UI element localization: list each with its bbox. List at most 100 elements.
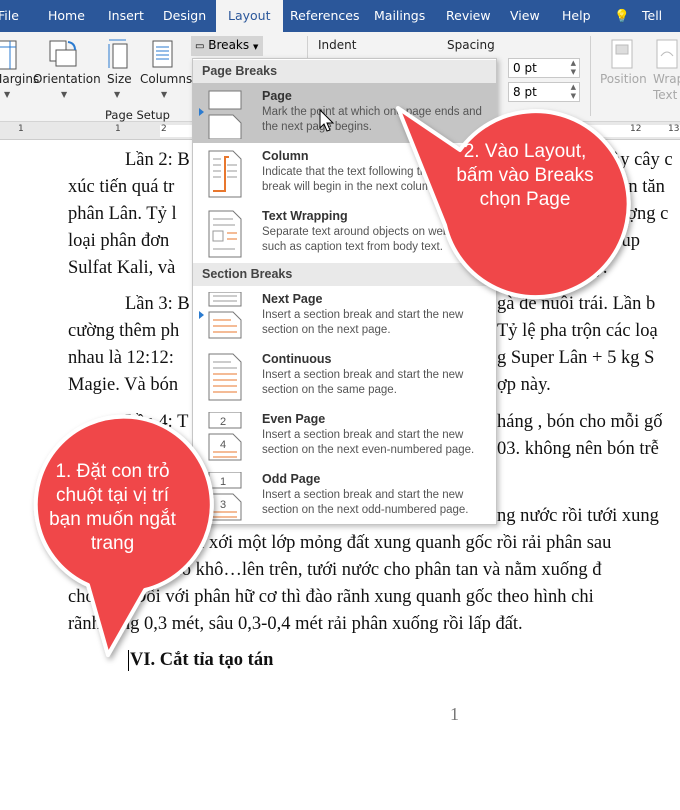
odd-page-icon: 13 xyxy=(208,472,242,521)
menu-item-title: Column xyxy=(262,149,309,163)
tab-insert[interactable]: Insert xyxy=(108,0,144,32)
selection-marker-icon xyxy=(199,311,204,319)
chevron-down-icon: ▼ xyxy=(161,90,168,99)
section-breaks-header: Section Breaks xyxy=(193,263,496,286)
doc-text: loại phân đơn xyxy=(68,231,170,251)
menu-item-title: Next Page xyxy=(262,292,323,306)
tab-references[interactable]: References xyxy=(290,0,359,32)
doc-text: ày cây c xyxy=(612,150,673,170)
doc-text: háng , bón cho mỗi gố xyxy=(497,412,663,432)
doc-text: nhau là 12:12: xyxy=(68,348,174,368)
tab-design[interactable]: Design xyxy=(163,0,206,32)
menu-item-description: Insert a section break and start the new… xyxy=(262,489,469,516)
wrap-text-button[interactable]: Wrap xyxy=(653,72,680,86)
column-break-icon xyxy=(208,150,242,198)
tab-review[interactable]: Review xyxy=(446,0,491,32)
chevron-down-icon: ▼ xyxy=(252,43,259,51)
ruler-number: 2 xyxy=(161,124,167,134)
spacing-before-input[interactable]: 0 pt ▲ ▼ xyxy=(508,58,580,78)
size-icon xyxy=(108,39,128,69)
breaks-button[interactable]: ▭ Breaks ▼ xyxy=(191,36,263,56)
chevron-down-icon: ▼ xyxy=(4,90,11,99)
chevron-down-icon: ▼ xyxy=(61,90,68,99)
page-breaks-header: Page Breaks xyxy=(193,60,496,83)
svg-text:3: 3 xyxy=(220,499,226,511)
doc-text: Tỷ lệ pha trộn các loạ xyxy=(497,321,658,341)
size-button[interactable]: Size xyxy=(107,72,132,86)
spacing-after-input[interactable]: 8 pt ▲ ▼ xyxy=(508,82,580,102)
doc-text: 17 kg sup xyxy=(568,231,640,251)
doc-text: cho cây. Đối với phân hữ cơ thì đào rãnh… xyxy=(68,587,594,607)
doc-text: gà để nuôi trái. Lần b xyxy=(497,294,656,314)
menu-item-description: Insert a section break and start the new… xyxy=(262,429,475,456)
columns-icon xyxy=(152,40,173,68)
doc-text: Lần 3: B xyxy=(125,294,190,314)
menu-item-description: Separate text around objects on web page… xyxy=(262,226,488,253)
doc-text: cường thêm ph xyxy=(68,321,180,341)
doc-text: Lần 4: T xyxy=(125,412,189,432)
breaks-icon: ▭ xyxy=(195,41,205,52)
ruler-number: 12 xyxy=(630,124,642,134)
doc-text: h hợp phân này. xyxy=(490,258,608,278)
menu-item-continuous[interactable]: Continuous Insert a section break and st… xyxy=(193,346,496,406)
spinner-arrows-icon[interactable]: ▲ ▼ xyxy=(571,59,576,77)
menu-item-even-page[interactable]: 24 Even Page Insert a section break and … xyxy=(193,406,496,466)
text-wrapping-icon xyxy=(208,210,242,258)
page-setup-group-label: Page Setup xyxy=(105,108,170,122)
spacing-label: Spacing xyxy=(447,38,495,52)
tab-view[interactable]: View xyxy=(510,0,540,32)
group-divider xyxy=(590,36,591,116)
tab-home[interactable]: Home xyxy=(48,0,85,32)
doc-text: ợp này. xyxy=(497,375,551,395)
doc-text: ng nước rồi tưới xung xyxy=(497,506,659,526)
section-heading: VI. Cắt tỉa tạo tán xyxy=(128,650,274,671)
ribbon-tab-bar: File Home Insert Design Layout Reference… xyxy=(0,0,680,55)
menu-item-title: Odd Page xyxy=(262,472,321,486)
menu-item-description: Insert a section break and start the new… xyxy=(262,309,464,336)
position-icon xyxy=(611,39,633,69)
svg-text:1: 1 xyxy=(220,476,226,488)
page-break-icon xyxy=(208,90,242,139)
callout-step1-text: 1. Đặt con trỏ chuột tại vị trí bạn muốn… xyxy=(49,461,176,554)
doc-text: Lần 2: B xyxy=(125,150,190,170)
orientation-button[interactable]: Orientation xyxy=(33,72,101,86)
breaks-dropdown-menu: Page Breaks Page Mark the point at which… xyxy=(192,58,497,525)
breaks-label: Breaks xyxy=(208,38,250,52)
doc-text: rãnh rộng 0,3 mét, sâu 0,3-0,4 mét rải p… xyxy=(68,614,523,634)
ruler-number: 1 xyxy=(18,124,24,134)
wrap-text-icon xyxy=(656,39,678,69)
tab-layout[interactable]: Layout xyxy=(216,0,283,32)
menu-item-title: Even Page xyxy=(262,412,326,426)
menu-item-next-page[interactable]: Next Page Insert a section break and sta… xyxy=(193,286,496,346)
doc-text: Magie. Và bón xyxy=(68,375,179,395)
spacing-before-value: 0 pt xyxy=(513,61,537,75)
tell-me-search[interactable]: Tell me xyxy=(642,0,680,55)
even-page-icon: 24 xyxy=(208,412,242,461)
indent-label: Indent xyxy=(318,38,357,52)
doc-text: 03. không nên bón trễ xyxy=(497,439,659,459)
callout-step2-text: 2. Vào Layout, bấm vào Breaks chọn Page xyxy=(456,141,594,210)
menu-item-text-wrapping[interactable]: Text Wrapping Separate text around objec… xyxy=(193,203,496,263)
continuous-icon xyxy=(208,353,242,401)
page-number: 1 xyxy=(450,704,459,724)
lightbulb-icon: 💡 xyxy=(614,8,630,23)
menu-item-title: Page xyxy=(262,89,292,103)
columns-button[interactable]: Columns xyxy=(140,72,192,86)
svg-text:2: 2 xyxy=(220,416,226,428)
menu-item-page[interactable]: Page Mark the point at which one page en… xyxy=(193,83,496,143)
spinner-arrows-icon[interactable]: ▲ ▼ xyxy=(571,83,576,101)
position-button[interactable]: Position xyxy=(600,72,647,86)
menu-item-title: Text Wrapping xyxy=(262,209,348,223)
doc-text: ụ, cỏ khô…lên trên, tưới nước cho phân t… xyxy=(155,560,602,580)
menu-item-odd-page[interactable]: 13 Odd Page Insert a section break and s… xyxy=(193,466,496,526)
menu-item-title: Continuous xyxy=(262,352,332,366)
menu-item-description: Insert a section break and start the new… xyxy=(262,369,464,396)
tab-file[interactable]: File xyxy=(0,0,19,32)
ruler-number: 1 xyxy=(115,124,121,134)
tab-help[interactable]: Help xyxy=(562,0,591,32)
margins-icon xyxy=(0,40,17,70)
tab-mailings[interactable]: Mailings xyxy=(374,0,425,32)
svg-text:4: 4 xyxy=(220,439,226,451)
selection-marker-icon xyxy=(199,108,204,116)
ruler-number: 13 xyxy=(668,124,680,134)
